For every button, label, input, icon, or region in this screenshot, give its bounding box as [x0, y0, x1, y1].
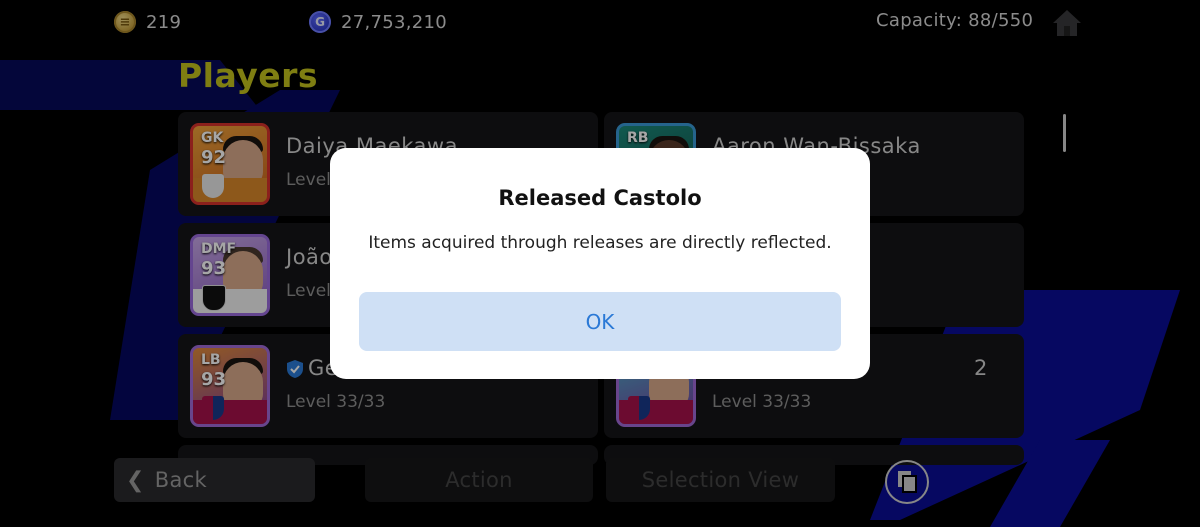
ok-button[interactable]: OK: [359, 292, 841, 351]
dialog-message: Items acquired through releases are dire…: [368, 233, 832, 253]
release-dialog: Released Castolo Items acquired through …: [330, 148, 870, 379]
dialog-title: Released Castolo: [498, 186, 702, 210]
